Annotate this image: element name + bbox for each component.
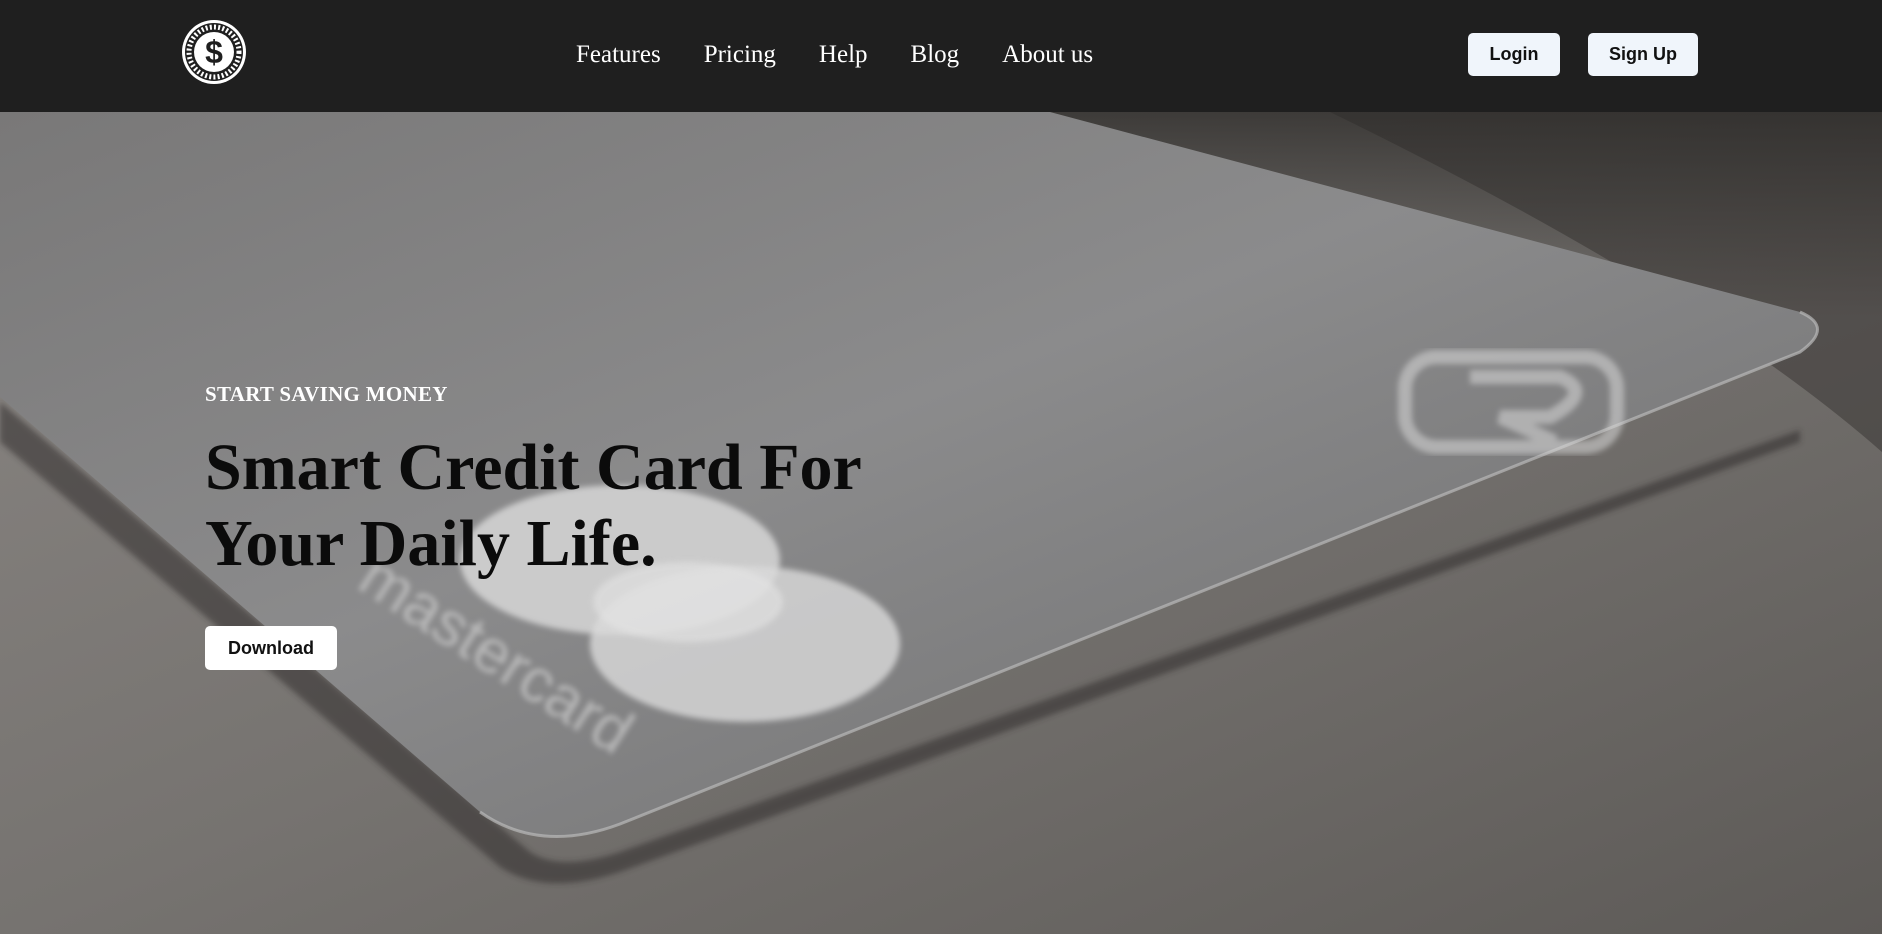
hero-title-line-1: Smart Credit Card For: [205, 431, 862, 504]
nav-link-help[interactable]: Help: [819, 41, 868, 69]
login-button[interactable]: Login: [1468, 33, 1560, 76]
download-button[interactable]: Download: [205, 626, 337, 670]
signup-button[interactable]: Sign Up: [1588, 33, 1698, 76]
nav-links: Features Pricing Help Blog About us: [576, 38, 1093, 72]
svg-text:$: $: [205, 34, 223, 70]
hero-section: mastercard START SAVING MONEY Smart Cred…: [0, 112, 1882, 934]
nav-link-about-us[interactable]: About us: [1002, 41, 1093, 69]
hero-title: Smart Credit Card For Your Daily Life.: [205, 430, 985, 582]
hero-title-line-2: Your Daily Life.: [205, 507, 657, 580]
navbar: $ Features Pricing Help Blog About us Lo…: [0, 0, 1882, 112]
hero-eyebrow: START SAVING MONEY: [205, 382, 448, 406]
nav-link-features[interactable]: Features: [576, 41, 661, 69]
nav-link-pricing[interactable]: Pricing: [704, 41, 776, 69]
dollar-coin-icon[interactable]: $: [181, 19, 247, 85]
nav-link-blog[interactable]: Blog: [911, 41, 960, 69]
